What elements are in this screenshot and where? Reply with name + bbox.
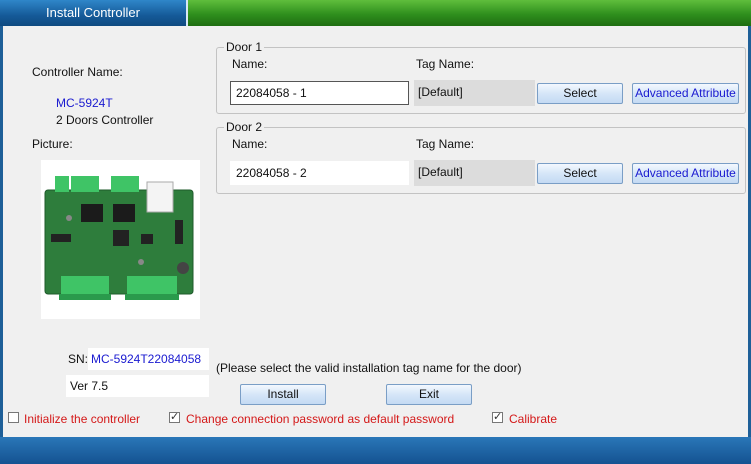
installation-hint: (Please select the valid installation ta… — [216, 361, 522, 375]
door-1-select-button[interactable]: Select — [537, 83, 623, 104]
door-1-name-input[interactable]: 22084058 - 1 — [230, 81, 409, 105]
door-2-advanced-attribute-button[interactable]: Advanced Attribute — [632, 163, 739, 184]
install-button[interactable]: Install — [240, 384, 326, 405]
sn-value: MC-5924T22084058 — [88, 348, 209, 370]
controller-board-image — [44, 176, 194, 300]
door-1-advanced-attribute-button[interactable]: Advanced Attribute — [632, 83, 739, 104]
frame-left-border — [0, 26, 3, 438]
controller-description: 2 Doors Controller — [56, 113, 154, 127]
initialize-controller-checkbox[interactable] — [8, 412, 19, 423]
door-1-tag-label: Tag Name: — [416, 57, 475, 71]
change-password-checkbox[interactable]: ✓ — [169, 412, 180, 423]
calibrate-checkbox[interactable]: ✓ — [492, 412, 503, 423]
door-2-tag-label: Tag Name: — [416, 137, 475, 151]
door-2-name-label: Name: — [232, 137, 268, 151]
calibrate-label: Calibrate — [509, 412, 558, 426]
sn-label: SN: — [68, 352, 89, 366]
door-1-legend: Door 1 — [224, 40, 265, 54]
door-2-tag-name: [Default] — [414, 160, 535, 186]
controller-name-label: Controller Name: — [32, 65, 123, 79]
door-1-tag-name: [Default] — [414, 80, 535, 106]
controller-model: MC-5924T — [56, 96, 113, 110]
window-title: Install Controller — [0, 0, 188, 26]
exit-button[interactable]: Exit — [386, 384, 472, 405]
door-2-select-button[interactable]: Select — [537, 163, 623, 184]
door-2-legend: Door 2 — [224, 120, 265, 134]
picture-label: Picture: — [32, 137, 73, 151]
door-2-name-input[interactable]: 22084058 - 2 — [230, 161, 409, 185]
initialize-controller-label: Initialize the controller — [24, 412, 141, 426]
controller-picture — [41, 160, 200, 319]
door-1-name-label: Name: — [232, 57, 268, 71]
version-value: Ver 7.5 — [66, 375, 209, 397]
change-password-label: Change connection password as default pa… — [186, 412, 455, 426]
bottom-bar — [0, 437, 751, 464]
